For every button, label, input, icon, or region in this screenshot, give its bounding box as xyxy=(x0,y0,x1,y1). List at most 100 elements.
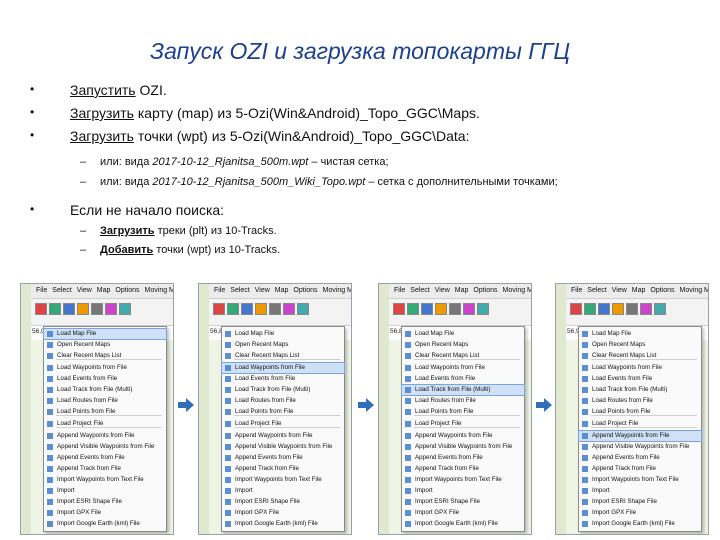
menu-bar-item[interactable]: Select xyxy=(52,287,71,294)
menu-bar-item[interactable]: Moving Map xyxy=(680,287,708,294)
menu-item[interactable]: Load Waypoints from File xyxy=(44,363,166,373)
menu-item[interactable]: Load Map File xyxy=(579,329,701,339)
menu-item[interactable]: Load Track from File (Multi) xyxy=(44,385,166,395)
toolbar-icon[interactable] xyxy=(570,303,582,315)
menu-item[interactable]: Open Recent Maps xyxy=(44,340,166,350)
menu-item[interactable]: Import Waypoints from Text File xyxy=(402,475,524,485)
menu-bar-item[interactable]: Options xyxy=(293,287,317,294)
toolbar-icon[interactable] xyxy=(477,303,489,315)
menu-item[interactable]: Import Waypoints from Text File xyxy=(222,475,344,485)
menu-item[interactable]: Load Waypoints from File xyxy=(579,363,701,373)
toolbar-icon[interactable] xyxy=(105,303,117,315)
menu-item[interactable]: Import Google Earth (kml) File xyxy=(579,519,701,529)
menu-bar-item[interactable]: Moving Map xyxy=(323,287,351,294)
menu-item[interactable]: Load Events from File xyxy=(579,374,701,384)
toolbar-icon[interactable] xyxy=(241,303,253,315)
toolbar-icon[interactable] xyxy=(626,303,638,315)
menu-item[interactable]: Load Waypoints from File xyxy=(402,363,524,373)
menu-bar-item[interactable]: Map xyxy=(455,287,469,294)
menu-item[interactable]: Import ESRI Shape File xyxy=(402,497,524,507)
menu-item[interactable]: Import GPX File xyxy=(44,508,166,518)
menu-item[interactable]: Load Events from File xyxy=(44,374,166,384)
menu-item[interactable]: Append Events from File xyxy=(222,453,344,463)
menu-item[interactable]: Load Routes from File xyxy=(402,396,524,406)
menu-bar-item[interactable]: Map xyxy=(275,287,289,294)
menu-bar-item[interactable]: File xyxy=(214,287,225,294)
menu-item[interactable]: Import Google Earth (kml) File xyxy=(44,519,166,529)
menu-item[interactable]: Import xyxy=(44,486,166,496)
menu-bar-item[interactable]: Select xyxy=(410,287,429,294)
menu-item[interactable]: Import Waypoints from Text File xyxy=(44,475,166,485)
toolbar-icon[interactable] xyxy=(227,303,239,315)
toolbar-icon[interactable] xyxy=(463,303,475,315)
menu-item[interactable]: Load Events from File xyxy=(402,374,524,384)
menu-item[interactable]: Append Track from File xyxy=(402,464,524,474)
menu-item[interactable]: Import ESRI Shape File xyxy=(222,497,344,507)
menu-item[interactable]: Load Waypoints from File xyxy=(221,362,345,374)
toolbar-icon[interactable] xyxy=(283,303,295,315)
menu-item[interactable]: Load Events from File xyxy=(222,374,344,384)
toolbar-icon[interactable] xyxy=(449,303,461,315)
menu-item[interactable]: Import Google Earth (kml) File xyxy=(402,519,524,529)
menu-item[interactable]: Import xyxy=(579,486,701,496)
menu-item[interactable]: Import xyxy=(402,486,524,496)
menu-bar-item[interactable]: Select xyxy=(230,287,249,294)
toolbar-icon[interactable] xyxy=(213,303,225,315)
menu-item[interactable]: Load Map File xyxy=(222,329,344,339)
toolbar-icon[interactable] xyxy=(91,303,103,315)
menu-item[interactable]: Import GPX File xyxy=(222,508,344,518)
toolbar-icon[interactable] xyxy=(297,303,309,315)
menu-bar-item[interactable]: File xyxy=(571,287,582,294)
toolbar-icon[interactable] xyxy=(35,303,47,315)
toolbar-icon[interactable] xyxy=(584,303,596,315)
toolbar-icon[interactable] xyxy=(421,303,433,315)
menu-bar-item[interactable]: Moving Map xyxy=(145,287,173,294)
menu-item[interactable]: Append Waypoints from File xyxy=(222,431,344,441)
toolbar-icon[interactable] xyxy=(119,303,131,315)
menu-item[interactable]: Append Visible Waypoints from File xyxy=(222,442,344,452)
toolbar-icon[interactable] xyxy=(269,303,281,315)
menu-bar-item[interactable]: View xyxy=(612,287,627,294)
menu-item[interactable]: Load Track from File (Multi) xyxy=(222,385,344,395)
menu-bar-item[interactable]: Map xyxy=(97,287,111,294)
menu-item[interactable]: Append Waypoints from File xyxy=(402,431,524,441)
menu-item[interactable]: Open Recent Maps xyxy=(222,340,344,350)
menu-bar-item[interactable]: Map xyxy=(632,287,646,294)
menu-bar-item[interactable]: View xyxy=(77,287,92,294)
menu-item[interactable]: Import ESRI Shape File xyxy=(44,497,166,507)
menu-item[interactable]: Import xyxy=(222,486,344,496)
toolbar-icon[interactable] xyxy=(640,303,652,315)
menu-item[interactable]: Append Track from File xyxy=(44,464,166,474)
menu-bar-item[interactable]: Options xyxy=(473,287,497,294)
menu-item[interactable]: Load Routes from File xyxy=(222,396,344,406)
menu-item[interactable]: Append Track from File xyxy=(222,464,344,474)
menu-item[interactable]: Append Track from File xyxy=(579,464,701,474)
menu-item[interactable]: Import GPX File xyxy=(402,508,524,518)
menu-bar-item[interactable]: View xyxy=(255,287,270,294)
menu-item[interactable]: Append Events from File xyxy=(44,453,166,463)
menu-item[interactable]: Load Routes from File xyxy=(579,396,701,406)
menu-item[interactable]: Open Recent Maps xyxy=(402,340,524,350)
menu-item[interactable]: Append Visible Waypoints from File xyxy=(579,442,701,452)
menu-bar-item[interactable]: File xyxy=(394,287,405,294)
menu-item[interactable]: Append Events from File xyxy=(579,453,701,463)
menu-item[interactable]: Open Recent Maps xyxy=(579,340,701,350)
menu-bar-item[interactable]: Moving Map xyxy=(503,287,531,294)
toolbar-icon[interactable] xyxy=(63,303,75,315)
menu-item[interactable]: Load Routes from File xyxy=(44,396,166,406)
toolbar-icon[interactable] xyxy=(77,303,89,315)
menu-item[interactable]: Append Waypoints from File xyxy=(578,430,702,442)
toolbar-icon[interactable] xyxy=(407,303,419,315)
menu-item[interactable]: Import GPX File xyxy=(579,508,701,518)
menu-item[interactable]: Load Map File xyxy=(43,328,167,340)
toolbar-icon[interactable] xyxy=(393,303,405,315)
menu-item[interactable]: Import Google Earth (kml) File xyxy=(222,519,344,529)
toolbar-icon[interactable] xyxy=(612,303,624,315)
menu-item[interactable]: Import ESRI Shape File xyxy=(579,497,701,507)
menu-item[interactable]: Append Visible Waypoints from File xyxy=(402,442,524,452)
toolbar-icon[interactable] xyxy=(435,303,447,315)
menu-item[interactable]: Append Visible Waypoints from File xyxy=(44,442,166,452)
menu-item[interactable]: Append Waypoints from File xyxy=(44,431,166,441)
menu-bar-item[interactable]: File xyxy=(36,287,47,294)
menu-item[interactable]: Load Track from File (Multi) xyxy=(579,385,701,395)
